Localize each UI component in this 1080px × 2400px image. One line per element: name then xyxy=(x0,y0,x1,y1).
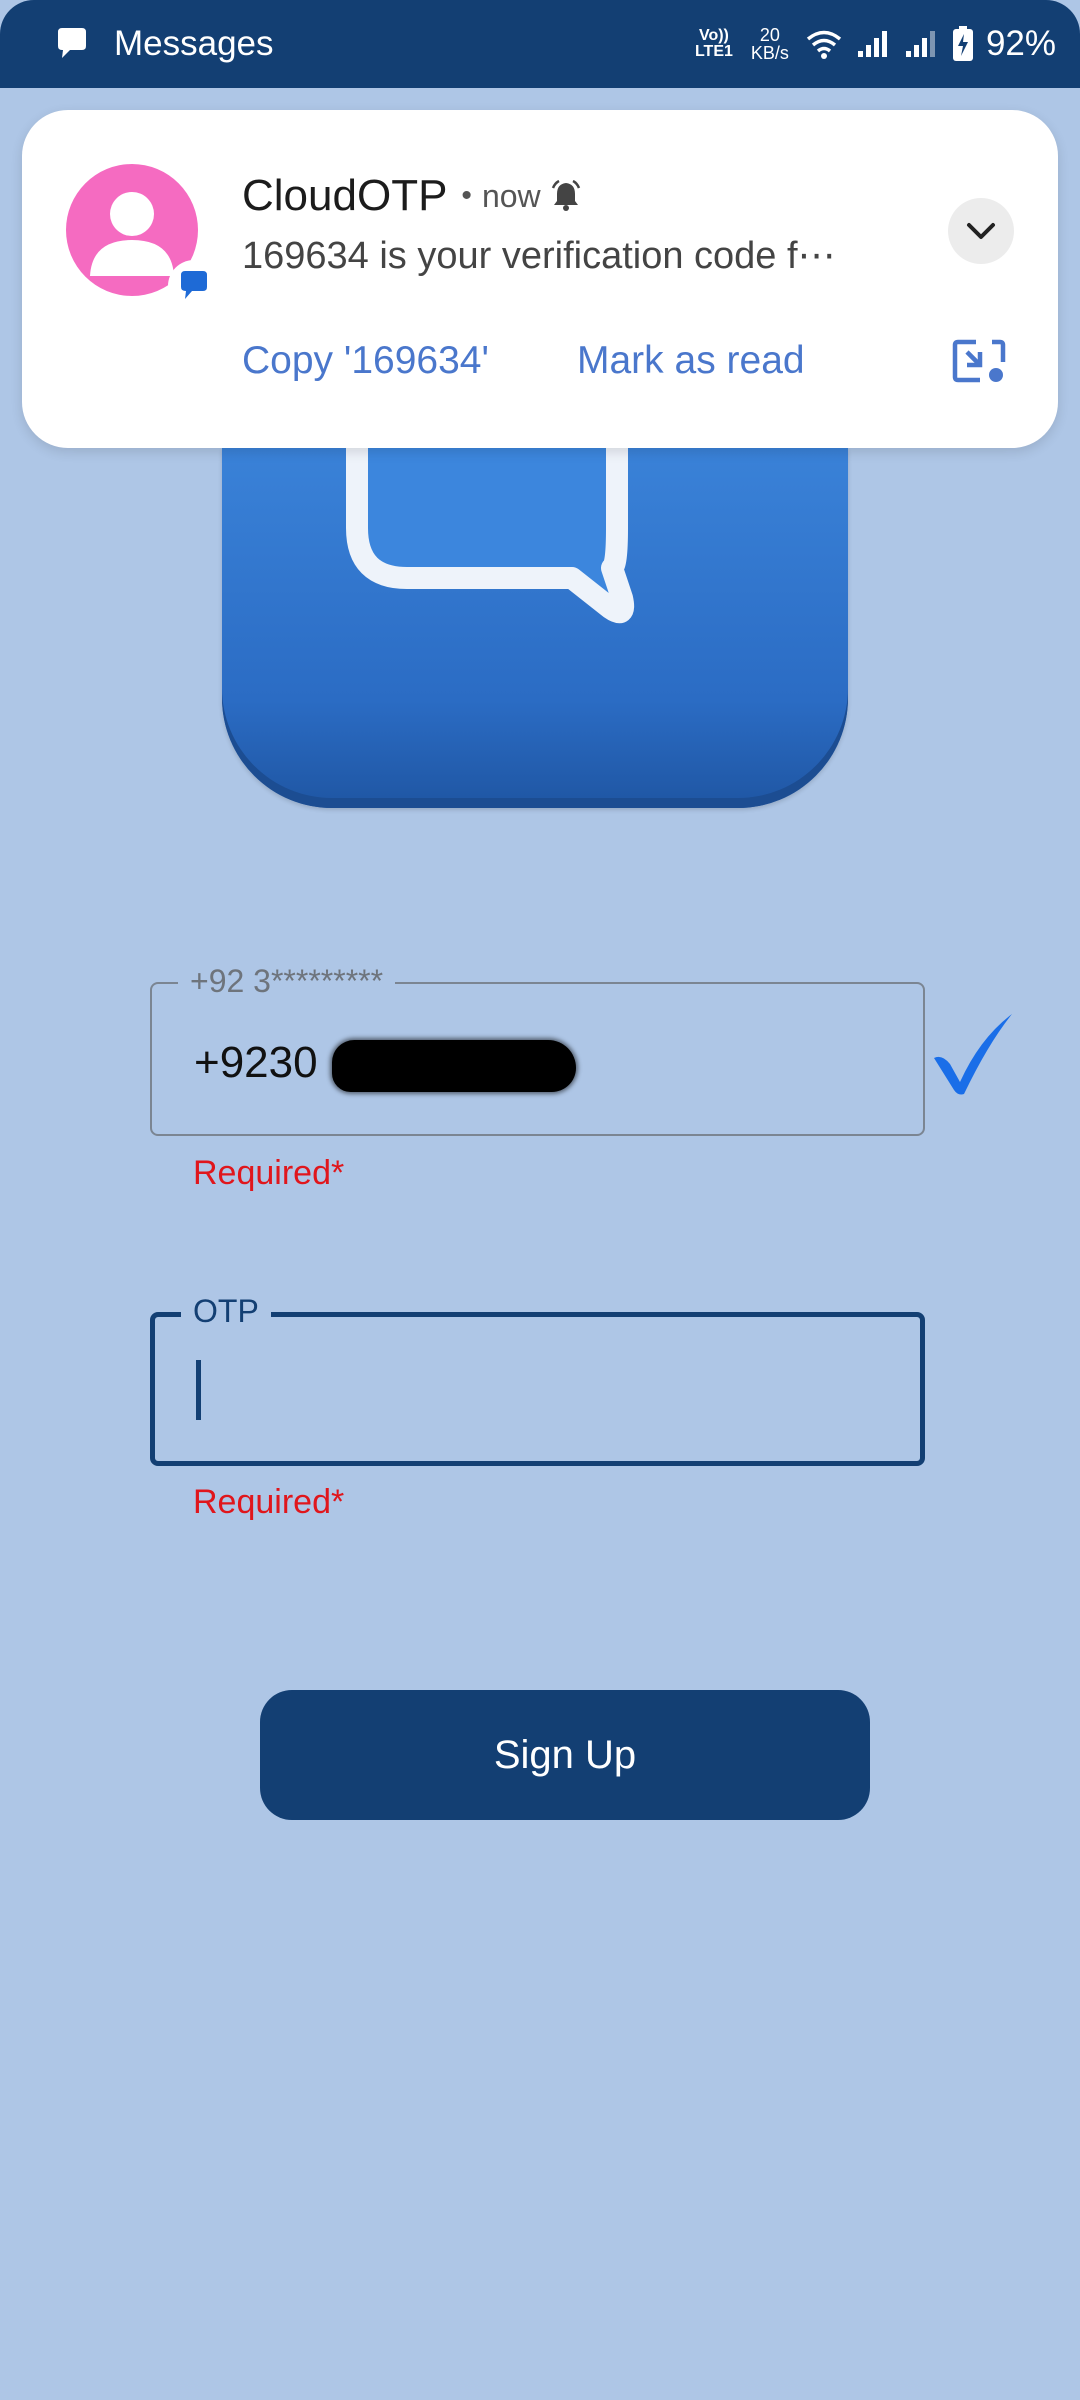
phone-number-field[interactable]: +92 3********* +9230 xyxy=(150,962,925,1136)
status-bar: Messages Vo)) LTE1 20 KB/s 92% xyxy=(0,0,1080,88)
app-logo xyxy=(222,448,848,808)
volte-label-bottom: LTE1 xyxy=(694,43,733,60)
network-speed-unit: KB/s xyxy=(750,43,789,63)
expand-notification-button[interactable] xyxy=(948,198,1014,264)
volte-label-top: Vo)) xyxy=(698,27,729,44)
sms-notification[interactable]: CloudOTP • now 169634 is your verificati… xyxy=(22,110,1058,448)
network-speed: 20 KB/s xyxy=(748,26,792,62)
notification-body: 169634 is your verification code f⋯ xyxy=(242,235,836,277)
status-bar-right: Vo)) LTE1 20 KB/s 92% xyxy=(694,20,1056,68)
redacted-scribble xyxy=(332,1040,576,1092)
volte-indicator: Vo)) LTE1 xyxy=(694,28,734,60)
messages-app-icon xyxy=(58,28,86,58)
copy-code-button[interactable]: Copy '169634' xyxy=(242,336,489,386)
battery-percent: 92% xyxy=(985,24,1056,63)
phone-field-label: +92 3********* xyxy=(178,962,396,1000)
picture-in-picture-icon xyxy=(952,339,1006,383)
notification-time: now xyxy=(481,177,541,214)
text-cursor xyxy=(196,1360,201,1420)
sign-up-button[interactable]: Sign Up xyxy=(260,1690,870,1820)
battery-charging-icon xyxy=(952,26,973,61)
wifi-icon xyxy=(806,30,842,59)
checkmark-icon xyxy=(934,1014,1012,1095)
status-bar-left: Messages xyxy=(52,22,274,66)
bell-icon xyxy=(551,180,580,211)
phone-field-value: +9230 xyxy=(194,1038,318,1087)
picture-in-picture-button[interactable] xyxy=(952,338,1006,389)
network-speed-value: 20 xyxy=(759,25,780,45)
chat-bubble-icon xyxy=(346,448,635,624)
status-bar-app-name: Messages xyxy=(114,24,274,63)
phone-error-text: Required* xyxy=(193,1154,345,1192)
otp-error-text: Required* xyxy=(193,1483,345,1521)
otp-input[interactable]: OTP xyxy=(150,1292,925,1466)
messages-badge-icon xyxy=(168,260,220,312)
chevron-down-icon xyxy=(967,223,995,239)
notification-separator: • xyxy=(461,179,472,212)
signal-sim2-icon xyxy=(905,31,935,57)
notification-header: CloudOTP • now xyxy=(242,168,581,224)
otp-field-label: OTP xyxy=(181,1292,271,1330)
signal-sim1-icon xyxy=(857,31,887,57)
notification-sender: CloudOTP xyxy=(242,171,448,220)
mark-as-read-button[interactable]: Mark as read xyxy=(577,336,805,386)
